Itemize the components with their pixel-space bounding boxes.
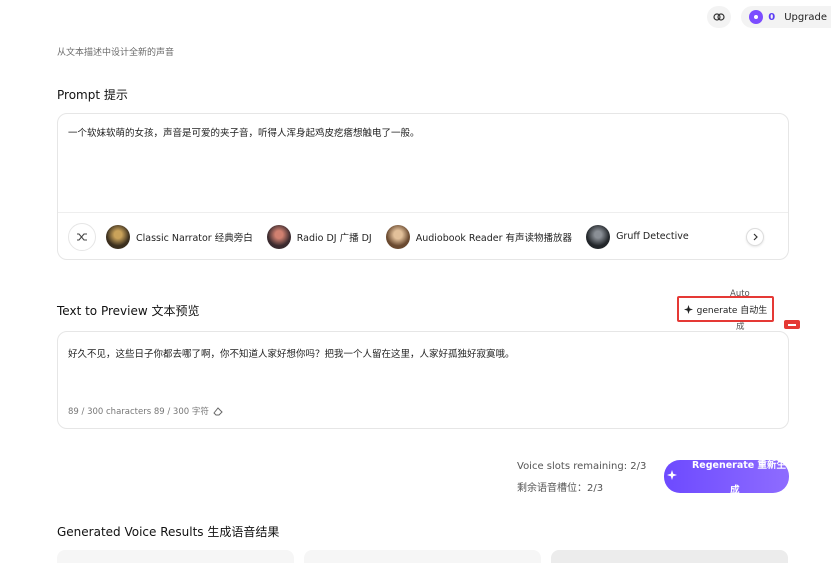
preset-label: Radio DJ 广播 DJ (296, 232, 372, 244)
minus-icon (784, 320, 800, 329)
preview-card: 好久不见，这些日子你都去哪了啊，你不知道人家好想你吗？把我一个人留在这里，人家好… (57, 331, 789, 429)
prompt-card: 一个软妹软萌的女孩，声音是可爱的夹子音，听得人浑身起鸡皮疙瘩想触电了一般。 Cl… (57, 113, 789, 260)
preview-textarea[interactable]: 好久不见，这些日子你都去哪了啊，你不知道人家好想你吗？把我一个人留在这里，人家好… (68, 346, 515, 360)
preset-voices: Classic Narrator 经典旁白 Radio DJ 广播 DJ Aud… (58, 212, 788, 260)
eraser-icon (213, 406, 223, 415)
auto-generate-label: generate 自动生 (696, 305, 768, 316)
sparkle-icon (667, 470, 677, 480)
voice-slots: Voice slots remaining: 2/3 剩余语音槽位：2/3 (517, 456, 646, 500)
auto-generate-button[interactable]: generate 自动生 (677, 296, 774, 322)
char-count: 89 / 300 characters 89 / 300 字符 (68, 405, 223, 417)
preset-label: Gruff Detective (616, 231, 689, 242)
preset-chip-audiobook-reader[interactable]: Audiobook Reader 有声读物播放器 (385, 223, 580, 251)
preset-chip-gruff-detective[interactable]: Gruff Detective (586, 223, 697, 251)
chevron-right-icon (753, 233, 758, 241)
credits-badge[interactable]: 0 Upgrade (741, 6, 831, 28)
voice-slots-en: Voice slots remaining: 2/3 (517, 461, 647, 472)
regenerate-label: Regenerate 重新生 (691, 460, 787, 471)
avatar (266, 224, 291, 249)
char-count-text: 89 / 300 characters 89 / 300 字符 (68, 407, 209, 417)
result-cards (57, 550, 788, 563)
presets-next-button[interactable] (746, 228, 764, 246)
credit-count: 0 (768, 11, 776, 23)
shuffle-icon (77, 232, 87, 241)
prompt-label: Prompt 提示 (57, 88, 128, 102)
top-bar: 0 Upgrade (707, 6, 831, 28)
preset-label: Audiobook Reader 有声读物播放器 (415, 232, 573, 244)
avatar (385, 224, 410, 249)
regenerate-button[interactable]: Regenerate 重新生 成 (664, 460, 789, 496)
page-subtitle: 从文本描述中设计全新的声音 (57, 48, 175, 58)
preset-chip-classic-narrator[interactable]: Classic Narrator 经典旁白 (106, 223, 261, 251)
sparkle-icon (683, 304, 693, 314)
result-card[interactable] (304, 550, 541, 563)
result-card[interactable] (551, 550, 788, 563)
voice-slots-zh: 剩余语音槽位：2/3 (517, 483, 604, 494)
avatar (586, 224, 611, 249)
upgrade-button[interactable]: Upgrade (780, 12, 827, 23)
credit-icon (749, 10, 764, 24)
brain-icon[interactable] (707, 6, 732, 28)
preview-label: Text to Preview 文本预览 (57, 304, 200, 318)
shuffle-button[interactable] (68, 222, 96, 251)
results-label: Generated Voice Results 生成语音结果 (57, 525, 280, 539)
avatar (106, 224, 130, 249)
regenerate-label-2: 成 (730, 485, 740, 496)
preset-chip-radio-dj[interactable]: Radio DJ 广播 DJ (266, 223, 380, 251)
preset-label: Classic Narrator 经典旁白 (136, 232, 253, 244)
result-card[interactable] (57, 550, 294, 563)
prompt-textarea[interactable]: 一个软妹软萌的女孩，声音是可爱的夹子音，听得人浑身起鸡皮疙瘩想触电了一般。 (68, 125, 420, 139)
